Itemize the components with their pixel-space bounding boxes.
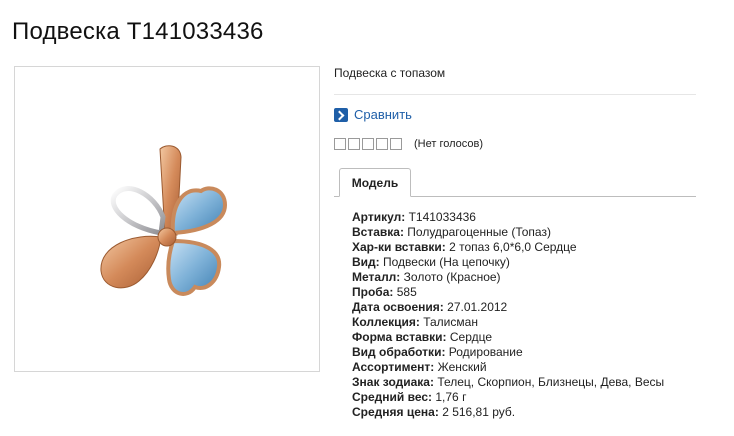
chevron-right-icon xyxy=(334,107,348,122)
page-title: Подвеска T141033436 xyxy=(12,18,264,45)
gold-heart-petal xyxy=(100,235,162,289)
product-image[interactable] xyxy=(14,66,320,372)
spec-value: Полудрагоценные (Топаз) xyxy=(407,225,551,239)
star-outline-icon[interactable] xyxy=(362,138,374,150)
spec-row-price: Средняя цена: 2 516,81 руб. xyxy=(352,405,664,420)
spec-value: 27.01.2012 xyxy=(447,300,508,314)
spec-value: Телец, Скорпион, Близнецы, Дева, Весы xyxy=(437,375,665,389)
spec-value: T141033436 xyxy=(408,210,476,224)
spec-row-assortment: Ассортимент: Женский xyxy=(352,360,664,375)
product-subtitle: Подвеска с топазом xyxy=(334,66,446,80)
star-outline-icon[interactable] xyxy=(348,138,360,150)
spec-row-zodiac: Знак зодиака: Телец, Скорпион, Близнецы,… xyxy=(352,375,664,390)
spec-key: Артикул: xyxy=(352,210,406,224)
spec-row-insert: Вставка: Полудрагоценные (Топаз) xyxy=(352,225,664,240)
votes-count: (Нет голосов) xyxy=(414,138,484,150)
spec-key: Вид: xyxy=(352,255,380,269)
topaz-heart-top xyxy=(170,186,228,236)
spec-value: Женский xyxy=(437,360,487,374)
spec-row-metal: Металл: Золото (Красное) xyxy=(352,270,664,285)
spec-key: Вид обработки: xyxy=(352,345,446,359)
spec-row-purity: Проба: 585 xyxy=(352,285,664,300)
compare-label[interactable]: Сравнить xyxy=(354,107,412,122)
tab-model[interactable]: Модель xyxy=(339,168,411,197)
spec-key: Средний вес: xyxy=(352,390,433,404)
spec-value: Талисман xyxy=(423,315,478,329)
spec-row-type: Вид: Подвески (На цепочку) xyxy=(352,255,664,270)
spec-row-finish: Вид обработки: Родирование xyxy=(352,345,664,360)
star-outline-icon[interactable] xyxy=(390,138,402,150)
spec-value: 2 топаз 6,0*6,0 Сердце xyxy=(449,240,577,254)
spec-row-weight: Средний вес: 1,76 г xyxy=(352,390,664,405)
spec-value: 2 516,81 руб. xyxy=(442,405,516,419)
spec-value: 585 xyxy=(396,285,417,299)
spec-value: Подвески (На цепочку) xyxy=(383,255,510,269)
divider xyxy=(334,94,696,95)
spec-key: Средняя цена: xyxy=(352,405,439,419)
silver-heart-petal xyxy=(110,186,166,236)
spec-key: Знак зодиака: xyxy=(352,375,434,389)
star-outline-icon[interactable] xyxy=(334,138,346,150)
spec-key: Металл: xyxy=(352,270,401,284)
spec-key: Форма вставки: xyxy=(352,330,447,344)
spec-key: Вставка: xyxy=(352,225,404,239)
compare-button[interactable]: Сравнить xyxy=(334,107,412,122)
spec-value: Золото (Красное) xyxy=(403,270,501,284)
spec-row-date: Дата освоения: 27.01.2012 xyxy=(352,300,664,315)
spec-row-insert-shape: Форма вставки: Сердце xyxy=(352,330,664,345)
spec-value: Сердце xyxy=(449,330,493,344)
spec-row-collection: Коллекция: Талисман xyxy=(352,315,664,330)
spec-key: Хар-ки вставки: xyxy=(352,240,446,254)
star-outline-icon[interactable] xyxy=(376,138,388,150)
rating: (Нет голосов) xyxy=(334,138,483,150)
spec-list: Артикул: T141033436 Вставка: Полудрагоце… xyxy=(352,210,664,420)
spec-key: Ассортимент: xyxy=(352,360,435,374)
spec-value: 1,76 г xyxy=(435,390,467,404)
spec-row-article: Артикул: T141033436 xyxy=(352,210,664,225)
pendant-illustration xyxy=(100,145,228,296)
spec-row-insert-specs: Хар-ки вставки: 2 топаз 6,0*6,0 Сердце xyxy=(352,240,664,255)
product-info: Подвеска с топазом xyxy=(334,66,694,82)
topaz-heart-bottom xyxy=(166,238,222,296)
spec-key: Коллекция: xyxy=(352,315,420,329)
spec-value: Родирование xyxy=(448,345,523,359)
spec-key: Дата освоения: xyxy=(352,300,444,314)
center-bead xyxy=(157,227,177,247)
spec-key: Проба: xyxy=(352,285,394,299)
